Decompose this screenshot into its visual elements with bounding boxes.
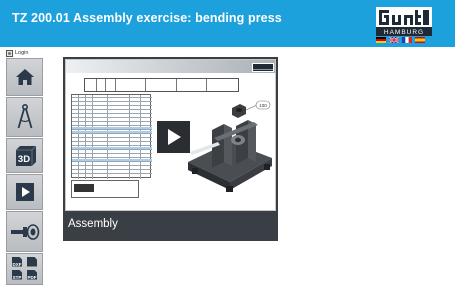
app-title: TZ 200.01 Assembly exercise: bending pre… — [12, 11, 282, 25]
balloon-number: 100 — [259, 103, 267, 108]
bending-press-model: 100 — [188, 100, 272, 192]
flag-es-icon[interactable] — [415, 37, 425, 43]
sidebar: Login 3D DXF STP PDF — [0, 47, 43, 285]
video-button[interactable] — [6, 174, 43, 210]
cad-downloads-button[interactable]: DXF STP PDF — [6, 253, 43, 285]
drawing-title-block — [71, 180, 139, 198]
play-icon — [167, 129, 181, 145]
technical-drawing-button[interactable] — [6, 97, 43, 137]
home-button[interactable] — [6, 58, 43, 96]
assembly-card[interactable]: 100 Assembly — [63, 57, 278, 241]
cube-3d-icon: 3D — [15, 145, 36, 166]
header-bar: TZ 200.01 Assembly exercise: bending pre… — [0, 0, 455, 47]
file-icon — [26, 256, 38, 269]
parts-list-table — [71, 94, 152, 179]
flag-de-icon[interactable] — [376, 37, 386, 43]
flag-fr-icon[interactable] — [402, 37, 412, 43]
dxf-file-icon: DXF — [11, 256, 23, 269]
play-icon — [15, 183, 34, 201]
cube-3d-label: 3D — [17, 154, 29, 165]
login-link[interactable]: Login — [6, 49, 28, 57]
3d-view-button[interactable]: 3D — [6, 138, 43, 173]
house-icon — [15, 69, 34, 85]
gunt-logo[interactable]: HAMBURG — [376, 7, 432, 36]
drawing-header-table — [84, 78, 239, 92]
pdf-file-icon: PDF — [26, 269, 38, 282]
svg-text:HAMBURG: HAMBURG — [384, 29, 424, 36]
bolt-part-icon — [10, 223, 39, 240]
flag-en-icon[interactable] — [389, 37, 399, 43]
parts-button[interactable] — [6, 211, 43, 252]
login-icon — [6, 49, 13, 57]
language-flags — [376, 37, 425, 44]
stp-file-icon: STP — [11, 269, 23, 282]
play-video-button[interactable] — [157, 121, 190, 153]
login-label: Login — [15, 50, 29, 56]
card-label: Assembly — [68, 218, 118, 230]
assembly-preview-image: 100 — [65, 59, 276, 211]
compass-icon — [17, 103, 32, 129]
drawing-header-bar — [66, 60, 275, 73]
cad-files-icon: DXF STP PDF — [11, 256, 38, 282]
app-window: TZ 200.01 Assembly exercise: bending pre… — [0, 0, 455, 285]
drawing-logo — [252, 63, 274, 72]
